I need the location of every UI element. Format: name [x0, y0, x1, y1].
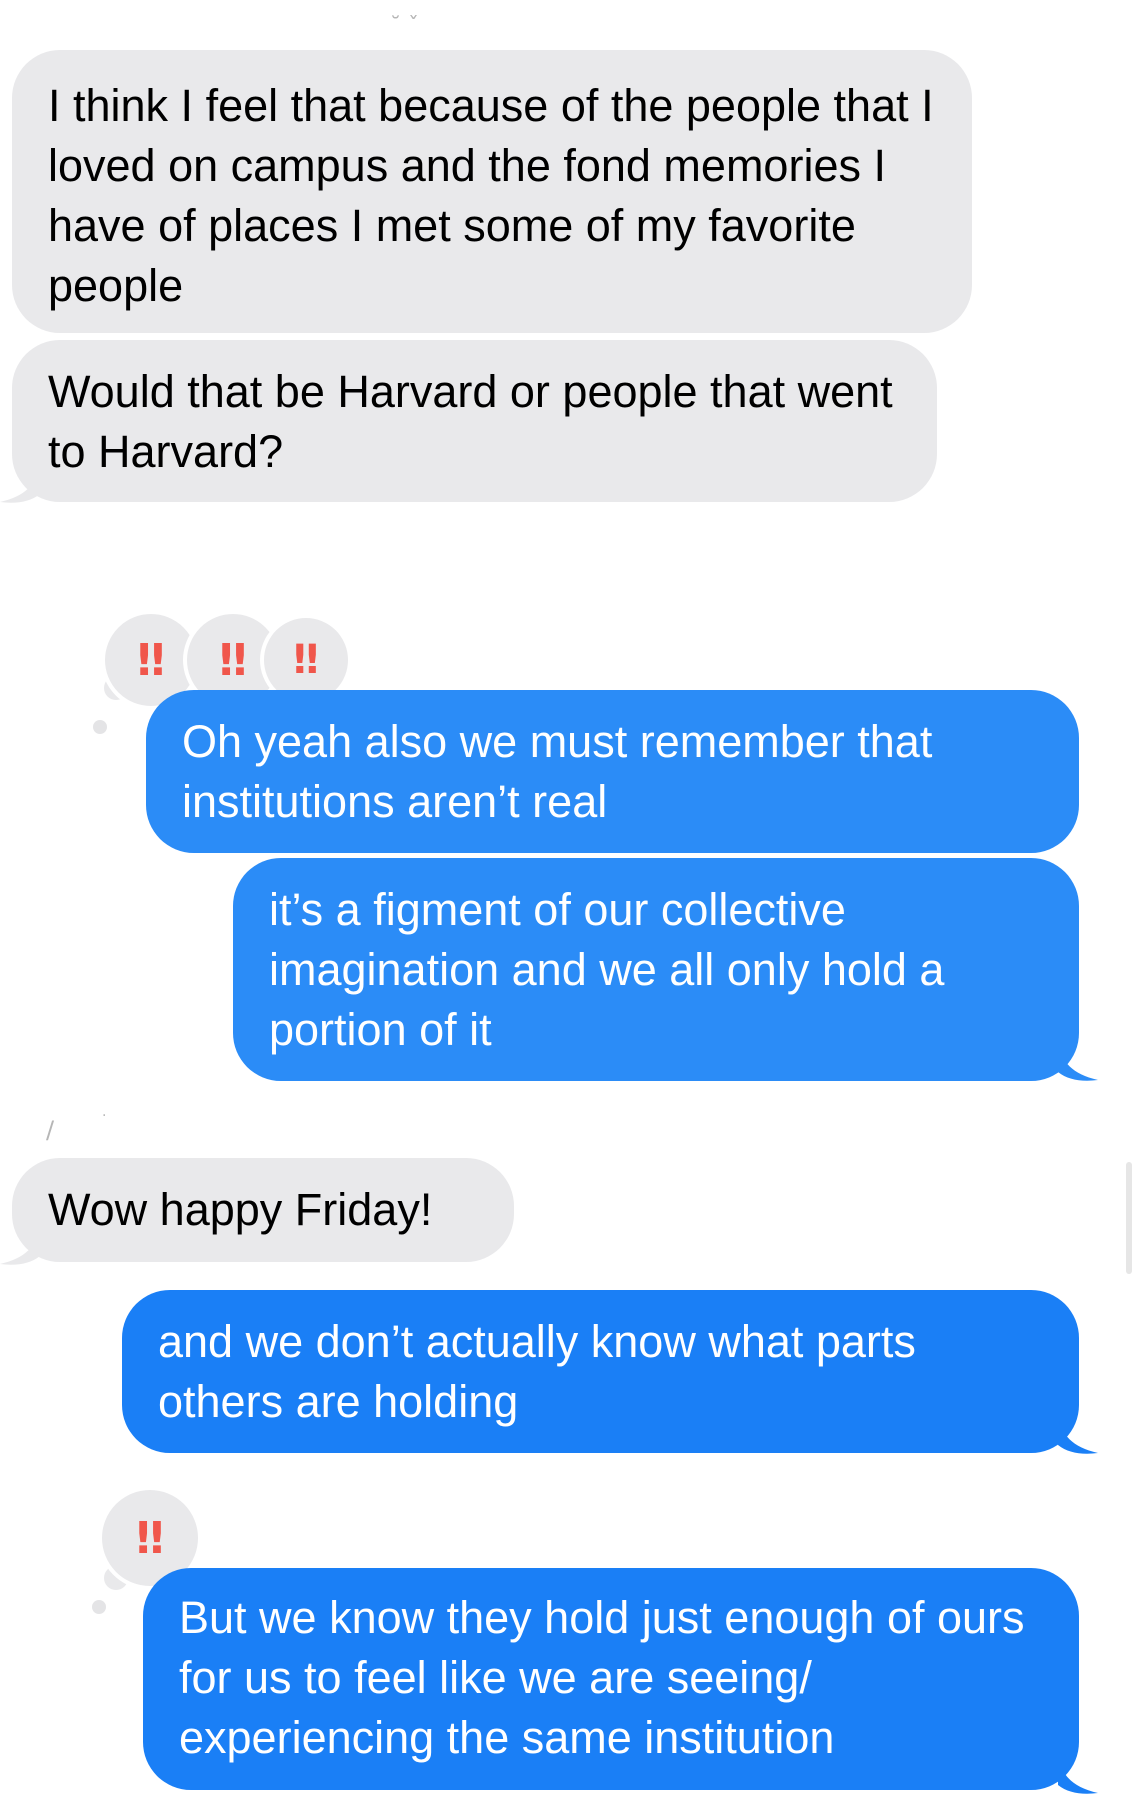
cropped-timestamp-mark: / — [46, 1116, 55, 1144]
received-message-bubble[interactable]: Would that be Harvard or people that wen… — [12, 340, 937, 502]
sent-message-bubble[interactable]: But we know they hold just enough of our… — [143, 1568, 1079, 1790]
message-text: it’s a figment of our collective imagina… — [269, 884, 945, 1055]
sent-message-bubble[interactable]: it’s a figment of our collective imagina… — [233, 858, 1079, 1081]
reaction-bubble-dot — [93, 720, 107, 734]
message-text: But we know they hold just enough of our… — [179, 1592, 1025, 1763]
cropped-timestamp-mark: · — [102, 1108, 107, 1124]
reaction-bubble-dot — [92, 1600, 106, 1614]
sent-message-bubble[interactable]: and we don’t actually know what parts ot… — [122, 1290, 1079, 1453]
message-text: Wow happy Friday! — [48, 1184, 433, 1235]
received-message-bubble[interactable]: I think I feel that because of the peopl… — [12, 50, 972, 333]
message-text: Oh yeah also we must remember that insti… — [182, 716, 933, 827]
message-text: I think I feel that because of the peopl… — [48, 80, 934, 311]
received-message-bubble[interactable]: Wow happy Friday! — [12, 1158, 514, 1262]
double-exclamation-icon: ‼ — [136, 1512, 163, 1564]
double-exclamation-icon: ‼ — [293, 637, 318, 683]
double-exclamation-icon: ‼ — [219, 634, 246, 686]
message-text: and we don’t actually know what parts ot… — [158, 1316, 916, 1427]
scroll-indicator[interactable] — [1126, 1162, 1132, 1274]
message-text: Would that be Harvard or people that wen… — [48, 366, 893, 477]
message-thread: ˘ ˇ I think I feel that because of the p… — [0, 0, 1142, 1797]
bubble-tail — [0, 1228, 40, 1265]
sent-message-bubble[interactable]: Oh yeah also we must remember that insti… — [146, 690, 1079, 853]
cropped-timestamp-mark: ˘ ˇ — [390, 14, 419, 39]
bubble-tail — [1058, 1417, 1098, 1454]
bubble-tail — [1058, 1757, 1098, 1794]
double-exclamation-icon: ‼ — [137, 634, 164, 686]
bubble-tail — [0, 466, 40, 503]
bubble-tail — [1058, 1044, 1098, 1081]
